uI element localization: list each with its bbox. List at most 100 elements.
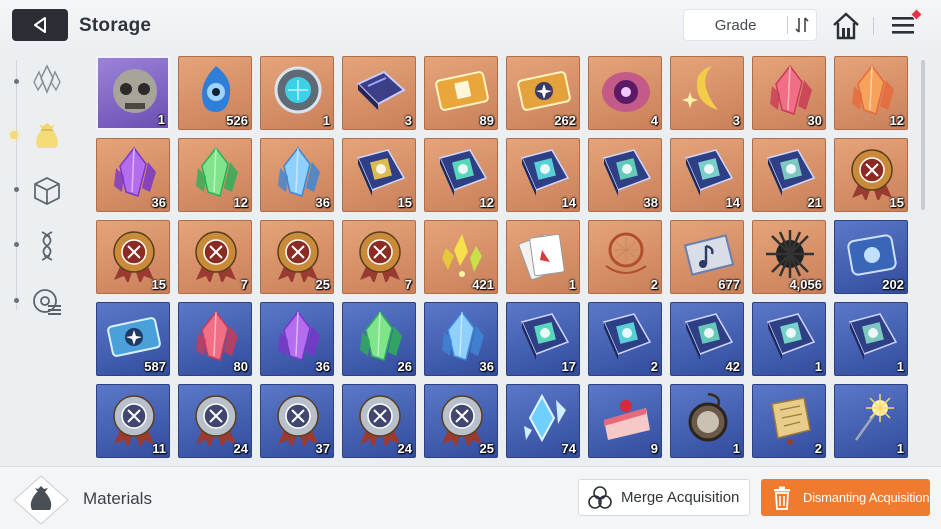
item-slot[interactable]: 587 [96, 302, 170, 376]
item-slot[interactable]: 15 [96, 220, 170, 294]
sidebar-dot [14, 298, 19, 303]
strawberry-cake-icon [604, 400, 650, 440]
item-count: 89 [479, 113, 494, 128]
item-count: 26 [397, 359, 412, 374]
item-slot[interactable]: 11 [96, 384, 170, 458]
green-crystal-icon [196, 146, 238, 197]
item-slot[interactable]: 14 [506, 138, 580, 212]
item-slot[interactable]: 25 [260, 220, 334, 294]
item-slot[interactable]: 1 [96, 56, 170, 130]
home-button[interactable] [830, 10, 862, 42]
item-slot[interactable]: 1 [752, 302, 826, 376]
item-count: 36 [315, 195, 330, 210]
grade-sort-dropdown[interactable]: Grade [683, 9, 817, 41]
sidebar-dot [14, 187, 19, 192]
item-slot[interactable]: 3 [670, 56, 744, 130]
item-slot[interactable]: 36 [424, 302, 498, 376]
medal-slash-icon [359, 231, 401, 282]
sidebar-track [16, 60, 17, 310]
item-slot[interactable]: 21 [752, 138, 826, 212]
item-slot[interactable]: 12 [178, 138, 252, 212]
item-slot[interactable]: 421 [424, 220, 498, 294]
item-slot[interactable]: 2 [752, 384, 826, 458]
gold-moon-sparkle-icon [682, 66, 718, 110]
item-slot[interactable]: 1 [506, 220, 580, 294]
sort-order-icon[interactable] [788, 9, 816, 41]
item-count: 2 [814, 441, 822, 456]
item-count: 1 [157, 112, 165, 127]
sidebar-tab-crystals[interactable] [26, 58, 68, 100]
book-target-icon [766, 149, 816, 196]
music-scroll-icon [683, 234, 735, 276]
back-arrow-icon [34, 17, 46, 33]
item-count: 7 [240, 277, 248, 292]
item-slot[interactable]: 12 [424, 138, 498, 212]
tech-ring-icon [274, 66, 322, 114]
item-slot[interactable]: 526 [178, 56, 252, 130]
sidebar-tab-genes[interactable] [26, 225, 68, 267]
sidebar-tab-records[interactable] [26, 281, 68, 323]
chip-module-icon [356, 70, 406, 110]
item-slot[interactable]: 80 [178, 302, 252, 376]
book-shield-icon [438, 149, 488, 196]
item-count: 30 [807, 113, 822, 128]
item-slot[interactable]: 7 [178, 220, 252, 294]
item-slot[interactable]: 202 [834, 220, 908, 294]
item-slot[interactable]: 36 [260, 302, 334, 376]
item-slot[interactable]: 14 [670, 138, 744, 212]
card-deck-icon [518, 233, 565, 280]
item-slot[interactable]: 74 [506, 384, 580, 458]
item-slot[interactable]: 36 [96, 138, 170, 212]
sidebar-tab-equipment[interactable] [26, 170, 68, 212]
merge-acquisition-button[interactable]: Merge Acquisition [578, 479, 750, 516]
item-slot[interactable]: 3 [342, 56, 416, 130]
dismantle-acquisition-button[interactable]: Dismanting Acquisition [761, 479, 930, 516]
item-slot[interactable]: 1 [670, 384, 744, 458]
item-slot[interactable]: 89 [424, 56, 498, 130]
item-grid: 1 526 1 3 89 262 4 3 30 12 36 12 36 15 1… [96, 56, 916, 462]
item-slot[interactable]: 7 [342, 220, 416, 294]
item-slot[interactable]: 1 [260, 56, 334, 130]
item-slot[interactable]: 38 [588, 138, 662, 212]
item-slot[interactable]: 4 [588, 56, 662, 130]
item-slot[interactable]: 4,056 [752, 220, 826, 294]
sidebar-dot [14, 242, 19, 247]
back-button[interactable] [12, 9, 68, 41]
item-count: 21 [807, 195, 822, 210]
orange-crystal-icon [852, 64, 894, 115]
parchment-scroll-icon [771, 397, 811, 445]
item-count: 1 [322, 113, 330, 128]
item-slot[interactable]: 24 [178, 384, 252, 458]
item-slot[interactable]: 9 [588, 384, 662, 458]
sidebar-tab-materials[interactable] [10, 114, 68, 156]
item-slot[interactable]: 1 [834, 302, 908, 376]
item-count: 202 [882, 277, 904, 292]
book-slash-icon [766, 313, 816, 360]
item-slot[interactable]: 37 [260, 384, 334, 458]
gold-shards-icon [442, 234, 482, 277]
item-slot[interactable]: 1 [834, 384, 908, 458]
item-slot[interactable]: 15 [342, 138, 416, 212]
item-slot[interactable]: 25 [424, 384, 498, 458]
item-slot[interactable]: 17 [506, 302, 580, 376]
record-icon [33, 289, 61, 315]
item-count: 25 [315, 277, 330, 292]
book-swords-icon [356, 149, 406, 196]
item-slot[interactable]: 26 [342, 302, 416, 376]
item-slot[interactable]: 12 [834, 56, 908, 130]
item-slot[interactable]: 2 [588, 302, 662, 376]
item-slot[interactable]: 36 [260, 138, 334, 212]
menu-button[interactable] [888, 8, 923, 40]
item-slot[interactable]: 15 [834, 138, 908, 212]
item-slot[interactable]: 24 [342, 384, 416, 458]
item-slot[interactable]: 42 [670, 302, 744, 376]
item-slot[interactable]: 677 [670, 220, 744, 294]
item-count: 262 [554, 113, 576, 128]
medal-eye-icon [195, 231, 237, 282]
grid-scrollbar[interactable] [921, 60, 925, 210]
item-slot[interactable]: 2 [588, 220, 662, 294]
item-slot[interactable]: 262 [506, 56, 580, 130]
item-count: 12 [479, 195, 494, 210]
item-slot[interactable]: 30 [752, 56, 826, 130]
item-count: 9 [650, 441, 658, 456]
